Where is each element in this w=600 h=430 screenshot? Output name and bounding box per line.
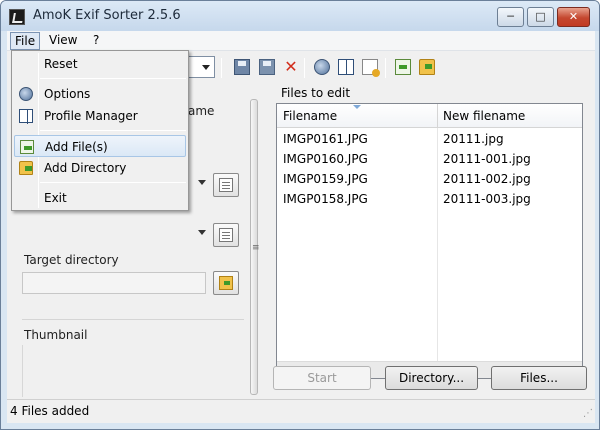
grip-icon: ≡ xyxy=(252,243,260,253)
menu-item-label: Exit xyxy=(44,191,67,205)
menu-item-add-files[interactable]: Add File(s) xyxy=(14,135,186,157)
menu-item-label: Reset xyxy=(44,57,78,71)
menu-item-label: Options xyxy=(44,87,91,101)
files-to-edit-label: Files to edit xyxy=(281,86,351,100)
menu-help[interactable]: ? xyxy=(89,32,103,50)
add-file-icon xyxy=(20,140,34,154)
column-divider[interactable] xyxy=(437,104,438,128)
menu-view[interactable]: View xyxy=(45,32,81,50)
menu-item-options[interactable]: Options xyxy=(14,83,186,105)
table-row[interactable]: IMGP0161.JPG 20111.jpg xyxy=(277,129,582,149)
toolbar-separator xyxy=(385,58,386,78)
cell-filename: IMGP0158.JPG xyxy=(283,192,368,206)
title-bar[interactable]: AmoK Exif Sorter 2.5.6 ─ □ ✕ xyxy=(1,1,599,31)
document-icon[interactable] xyxy=(362,59,380,77)
profile-combobox[interactable] xyxy=(187,56,215,78)
close-button[interactable]: ✕ xyxy=(557,7,590,27)
table-row[interactable]: IMGP0158.JPG 20111-003.jpg xyxy=(277,189,582,209)
menu-separator xyxy=(40,78,186,79)
panel-splitter[interactable]: ≡ xyxy=(247,99,261,395)
cell-new-filename: 20111-002.jpg xyxy=(443,172,531,186)
target-directory-input[interactable] xyxy=(22,272,206,294)
window-title: AmoK Exif Sorter 2.5.6 xyxy=(33,8,181,23)
chevron-down-icon[interactable] xyxy=(198,180,206,185)
table-row[interactable]: IMGP0160.JPG 20111-001.jpg xyxy=(277,149,582,169)
target-directory-label: Target directory xyxy=(24,253,119,267)
book-icon xyxy=(19,109,33,124)
add-file-icon[interactable] xyxy=(395,59,411,75)
edit-pattern-button[interactable] xyxy=(213,173,239,197)
app-icon xyxy=(9,9,25,25)
menu-item-label: Profile Manager xyxy=(44,109,138,123)
table-header: Filename New filename xyxy=(277,104,582,128)
folder-icon xyxy=(219,276,233,290)
menu-item-label: Add File(s) xyxy=(45,140,108,154)
document-icon xyxy=(219,228,233,242)
files-button[interactable]: Files... xyxy=(491,366,587,390)
menu-separator xyxy=(40,182,186,183)
save-as-icon[interactable] xyxy=(259,59,275,75)
menu-file[interactable]: File xyxy=(10,32,41,50)
menu-item-reset[interactable]: Reset xyxy=(14,53,186,75)
book-icon[interactable] xyxy=(338,59,354,75)
menu-separator xyxy=(40,130,186,131)
files-table[interactable]: Filename New filename IMGP0161.JPG 20111… xyxy=(276,103,583,379)
add-folder-icon[interactable] xyxy=(419,59,435,75)
directory-button[interactable]: Directory... xyxy=(385,366,478,390)
cell-filename: IMGP0159.JPG xyxy=(283,172,368,186)
status-bar: 4 Files added ⋰ xyxy=(7,399,595,421)
start-button[interactable]: Start xyxy=(273,366,371,390)
add-folder-icon xyxy=(19,161,33,175)
status-text: 4 Files added xyxy=(10,404,90,418)
edit-date-button[interactable] xyxy=(213,223,239,247)
cell-new-filename: 20111.jpg xyxy=(443,132,504,146)
divider xyxy=(22,319,244,320)
client-area: File View ? ✕ ame Target directory Thumb… xyxy=(7,31,595,423)
minimize-button[interactable]: ─ xyxy=(497,7,524,27)
menu-item-add-directory[interactable]: Add Directory xyxy=(14,157,186,179)
chevron-down-icon xyxy=(202,65,210,70)
column-header-filename[interactable]: Filename xyxy=(283,109,337,123)
column-header-new-filename[interactable]: New filename xyxy=(443,109,525,123)
toolbar-separator xyxy=(221,58,222,78)
menu-bar: File View ? xyxy=(7,31,595,51)
thumbnail-area xyxy=(22,345,244,397)
save-icon[interactable] xyxy=(234,59,250,75)
thumbnail-label: Thumbnail xyxy=(24,328,88,342)
sort-arrow-icon xyxy=(353,105,361,109)
resize-grip-icon[interactable]: ⋰ xyxy=(583,408,593,419)
partial-label: ame xyxy=(188,104,215,118)
delete-icon[interactable]: ✕ xyxy=(283,59,299,75)
table-row[interactable]: IMGP0159.JPG 20111-002.jpg xyxy=(277,169,582,189)
menu-item-profile-manager[interactable]: Profile Manager xyxy=(14,105,186,127)
file-menu-dropdown: Reset Options Profile Manager Add File(s… xyxy=(11,50,189,211)
maximize-button[interactable]: □ xyxy=(527,7,554,27)
toolbar-separator xyxy=(304,58,305,78)
cell-new-filename: 20111-001.jpg xyxy=(443,152,531,166)
browse-target-button[interactable] xyxy=(213,271,239,295)
app-window: AmoK Exif Sorter 2.5.6 ─ □ ✕ File View ?… xyxy=(0,0,600,430)
menu-item-label: Add Directory xyxy=(44,161,127,175)
cell-new-filename: 20111-003.jpg xyxy=(443,192,531,206)
menu-gutter xyxy=(38,53,39,208)
chevron-down-icon[interactable] xyxy=(198,230,206,235)
document-icon xyxy=(219,178,233,192)
globe-icon[interactable] xyxy=(314,59,330,75)
globe-icon xyxy=(19,87,33,101)
cell-filename: IMGP0161.JPG xyxy=(283,132,368,146)
menu-item-exit[interactable]: Exit xyxy=(14,187,186,209)
cell-filename: IMGP0160.JPG xyxy=(283,152,368,166)
